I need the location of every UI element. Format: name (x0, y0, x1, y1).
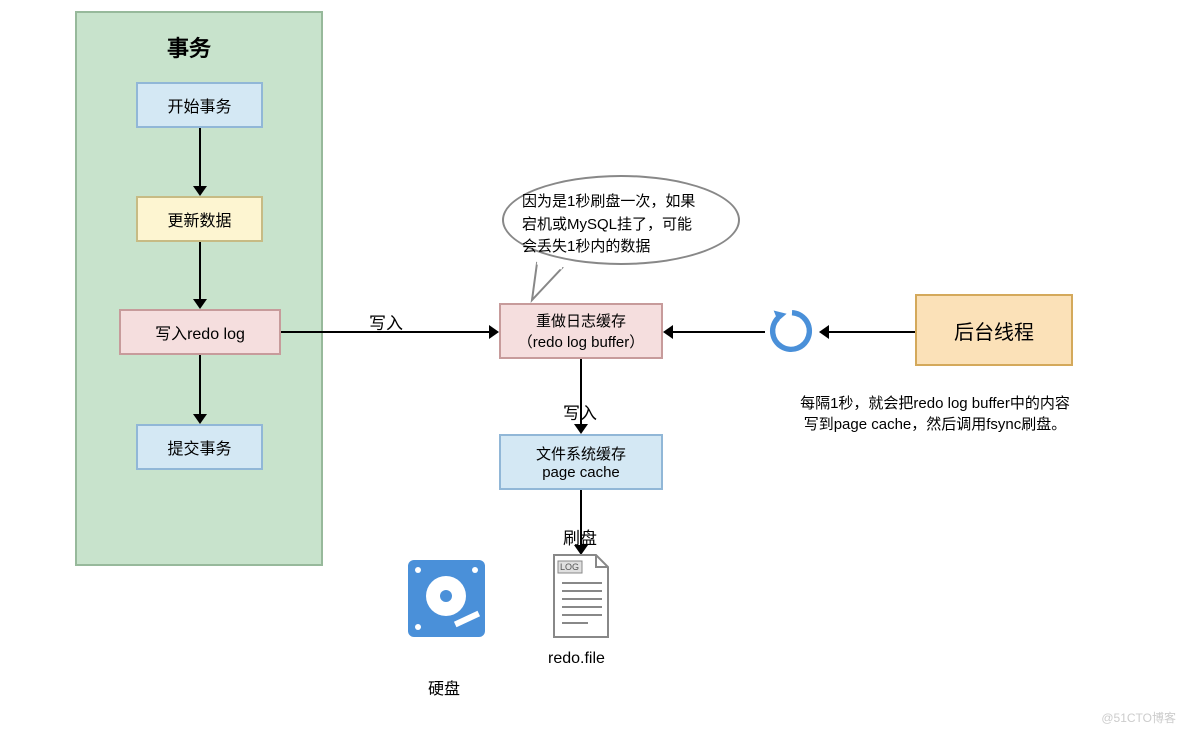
bubble-line1: 因为是1秒刷盘一次，如果 (522, 191, 720, 214)
watermark: @51CTO博客 (1101, 709, 1176, 726)
arrowhead-redo-to-buffer (489, 325, 499, 339)
arrowhead-buffer-to-cache (574, 424, 588, 434)
page-cache-line2: page cache (542, 464, 620, 481)
label-flush: 刷盘 (563, 524, 597, 549)
bubble-line3: 会丢失1秒内的数据 (522, 236, 720, 259)
arrow-redo-commit (199, 355, 201, 414)
redo-buffer-line1: 重做日志缓存 (536, 310, 626, 331)
arrowhead-redo-commit (193, 414, 207, 424)
bg-thread-box: 后台线程 (915, 294, 1073, 366)
step-write-redo-label: 写入redo log (155, 320, 245, 344)
arrow-refresh-to-buffer (673, 331, 765, 333)
label-write-to-buffer: 写入 (369, 309, 403, 334)
log-badge: LOG (560, 562, 579, 572)
bubble-line2: 宕机或MySQL挂了，可能 (522, 214, 720, 237)
page-cache-box: 文件系统缓存 page cache (499, 434, 663, 490)
log-file-icon (544, 551, 616, 643)
arrowhead-begin-update (193, 186, 207, 196)
arrow-begin-update (199, 128, 201, 186)
disk-icon (404, 556, 489, 641)
arrow-update-redo (199, 242, 201, 299)
step-update-label: 更新数据 (167, 207, 231, 231)
redo-buffer-line2: （redo log buffer） (518, 331, 644, 352)
step-write-redo: 写入redo log (119, 309, 281, 355)
step-begin-label: 开始事务 (167, 93, 231, 117)
refresh-icon (765, 304, 819, 358)
arrowhead-refresh-to-buffer (663, 325, 673, 339)
step-update: 更新数据 (136, 196, 263, 242)
step-commit: 提交事务 (136, 424, 263, 470)
bg-thread-label: 后台线程 (954, 316, 1034, 345)
label-write-to-cache: 写入 (563, 399, 597, 424)
arrowhead-update-redo (193, 299, 207, 309)
step-commit-label: 提交事务 (167, 435, 231, 459)
step-begin: 开始事务 (136, 82, 263, 128)
bg-thread-note: 每隔1秒，就会把redo log buffer中的内容 写到page cache… (760, 392, 1110, 434)
redo-file-label: redo.file (548, 650, 605, 668)
bg-thread-note2: 写到page cache，然后调用fsync刷盘。 (760, 413, 1110, 434)
bg-thread-note1: 每隔1秒，就会把redo log buffer中的内容 (760, 392, 1110, 413)
transaction-title: 事务 (167, 31, 211, 63)
redo-buffer-box: 重做日志缓存 （redo log buffer） (499, 303, 663, 359)
arrow-bgthread-to-refresh (829, 331, 915, 333)
bubble-tail-icon (527, 258, 577, 308)
disk-label: 硬盘 (428, 675, 460, 699)
warning-bubble: 因为是1秒刷盘一次，如果 宕机或MySQL挂了，可能 会丢失1秒内的数据 (502, 175, 740, 265)
arrowhead-bgthread-to-refresh (819, 325, 829, 339)
page-cache-line1: 文件系统缓存 (536, 443, 626, 464)
